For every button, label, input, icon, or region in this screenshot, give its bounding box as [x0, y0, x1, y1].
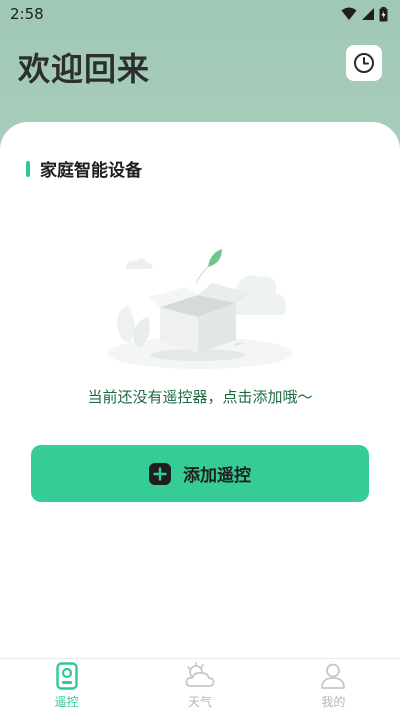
- status-icons: [341, 6, 388, 22]
- section-title: 家庭智能设备: [40, 161, 142, 181]
- add-remote-button[interactable]: 添加遥控: [31, 445, 369, 502]
- add-button-label: 添加遥控: [183, 466, 251, 486]
- status-bar: 2:58: [0, 0, 400, 28]
- nav-item-remote[interactable]: 遥控: [0, 659, 133, 711]
- profile-icon: [321, 663, 346, 689]
- clock-icon: [354, 53, 374, 73]
- history-button[interactable]: [346, 45, 382, 81]
- empty-state-message: 当前还没有遥控器，点击添加哦～: [87, 388, 313, 406]
- wifi-icon: [341, 7, 357, 20]
- status-time: 2:58: [10, 5, 44, 23]
- remote-icon: [55, 662, 78, 690]
- nav-item-weather[interactable]: 天气: [133, 659, 266, 711]
- section-accent-bar: [26, 160, 30, 177]
- empty-box-illustration: [108, 249, 292, 369]
- signal-icon: [362, 8, 374, 20]
- plus-icon: [149, 462, 171, 485]
- page-title: 欢迎回来: [18, 50, 151, 88]
- nav-label-weather: 天气: [187, 695, 212, 709]
- nav-label-profile: 我的: [321, 695, 346, 709]
- weather-icon: [185, 662, 215, 687]
- nav-item-profile[interactable]: 我的: [267, 659, 400, 711]
- nav-label-remote: 遥控: [54, 695, 79, 709]
- battery-icon: [379, 6, 388, 21]
- section-header: 家庭智能设备: [26, 156, 142, 181]
- bottom-nav: 遥控 天气 我的: [0, 658, 400, 711]
